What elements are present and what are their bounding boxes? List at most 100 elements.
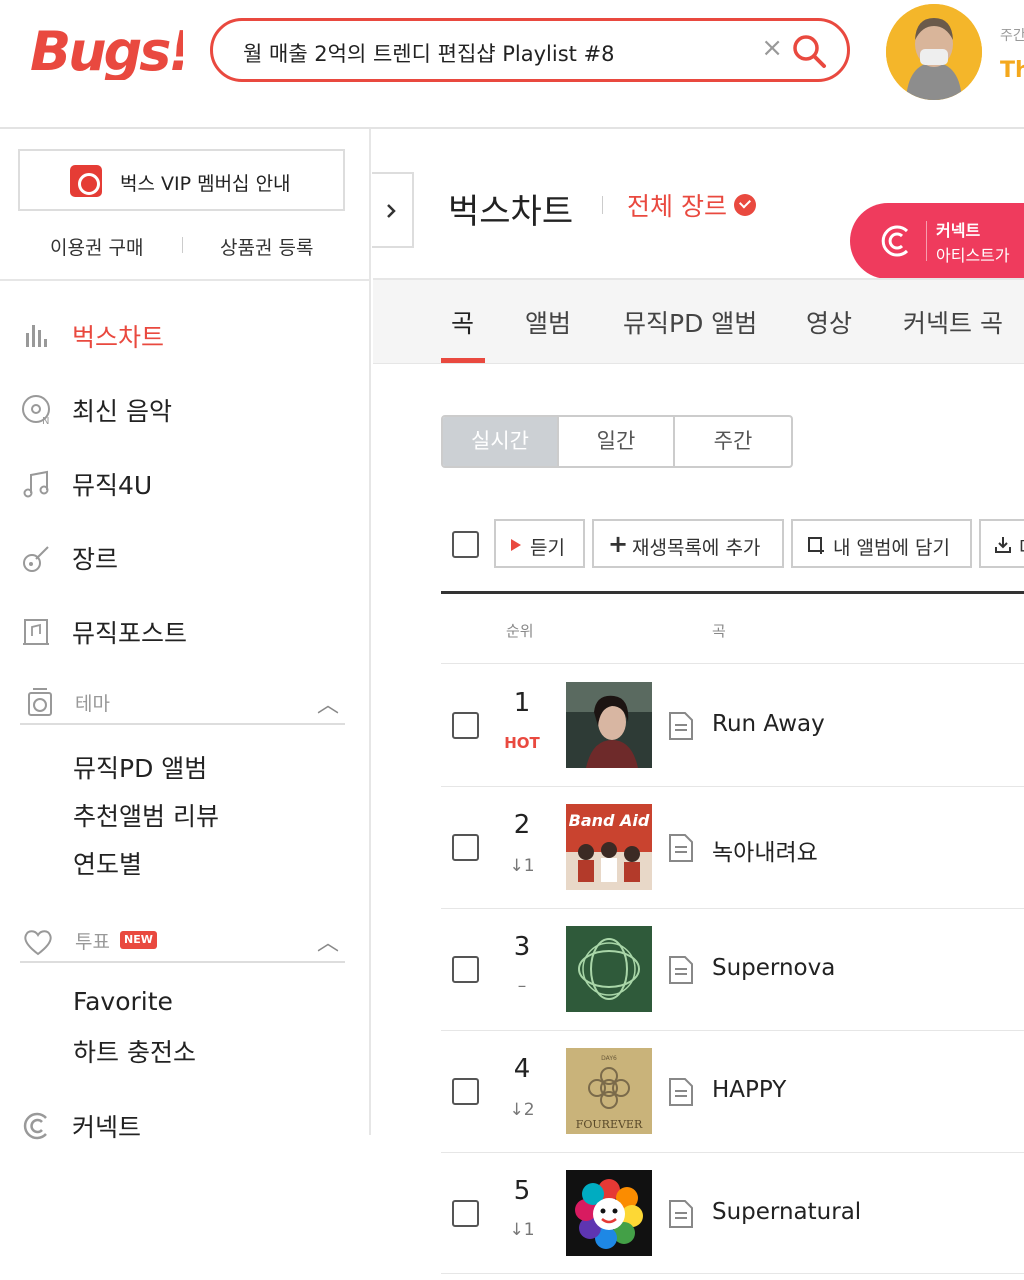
tab-connect-song[interactable]: 커넥트 곡 bbox=[903, 304, 1003, 340]
search-icon[interactable] bbox=[791, 33, 827, 69]
add-to-album-label: 내 앨범에 담기 bbox=[833, 537, 950, 559]
song-title[interactable]: Supernatural bbox=[712, 1199, 861, 1225]
sidebar-item-new-music[interactable]: N 최신 음악 bbox=[20, 389, 350, 429]
connect-logo-icon bbox=[881, 225, 909, 257]
theme-item-album-review[interactable]: 추천앨범 리뷰 bbox=[73, 797, 219, 833]
rank-number: 3 bbox=[513, 932, 531, 962]
chevron-up-icon[interactable]: ︿ bbox=[317, 925, 339, 957]
period-realtime[interactable]: 실시간 bbox=[443, 417, 559, 466]
rank-change: ↓2 bbox=[509, 1100, 535, 1120]
user-subtitle: 주간 bbox=[1000, 28, 1024, 44]
add-to-playlist-label: 재생목록에 추가 bbox=[632, 537, 761, 559]
vote-label: 투표 bbox=[75, 931, 110, 953]
tab-musicpd-album[interactable]: 뮤직PD 앨범 bbox=[623, 304, 757, 340]
play-button[interactable]: 듣기 bbox=[494, 519, 585, 568]
lyrics-icon[interactable] bbox=[668, 833, 694, 863]
buy-pass-link[interactable]: 이용권 구매 bbox=[50, 233, 143, 260]
svg-text:N: N bbox=[42, 416, 49, 427]
column-header-song: 곡 bbox=[712, 622, 726, 640]
period-daily[interactable]: 일간 bbox=[559, 417, 675, 466]
lyrics-icon[interactable] bbox=[668, 1077, 694, 1107]
lyrics-icon[interactable] bbox=[668, 955, 694, 985]
search-input[interactable]: 월 매출 2억의 트렌디 편집샵 Playlist #8 bbox=[243, 38, 615, 68]
sidebar: 벅스 VIP 멤버십 안내 이용권 구매 상품권 등록 벅스차트 N 최신 음악… bbox=[0, 129, 371, 1142]
song-title[interactable]: 녹아내려요 bbox=[712, 833, 818, 867]
clear-icon[interactable]: × bbox=[761, 35, 783, 61]
vote-item-heart-charge[interactable]: 하트 충전소 bbox=[73, 1033, 196, 1069]
active-tab-indicator bbox=[441, 358, 485, 363]
row-checkbox[interactable] bbox=[452, 1200, 479, 1227]
rank-change: ↓1 bbox=[509, 1220, 535, 1240]
album-cover[interactable]: DAY6 FOUREVER bbox=[566, 1048, 652, 1134]
rank-number: 4 bbox=[513, 1054, 531, 1084]
tab-song[interactable]: 곡 bbox=[451, 304, 474, 340]
chevron-down-icon[interactable] bbox=[734, 194, 756, 216]
sidebar-item-genre[interactable]: 장르 bbox=[20, 537, 350, 577]
banner-title: 커넥트 bbox=[936, 221, 981, 240]
period-selector: 실시간 일간 주간 bbox=[441, 415, 793, 468]
period-weekly[interactable]: 주간 bbox=[675, 417, 791, 466]
sidebar-item-label: 커넥트 bbox=[72, 1113, 142, 1142]
song-title[interactable]: Supernova bbox=[712, 955, 835, 981]
register-voucher-link[interactable]: 상품권 등록 bbox=[220, 233, 313, 260]
album-cover[interactable] bbox=[566, 682, 652, 768]
chevron-up-icon[interactable]: ︿ bbox=[317, 687, 339, 719]
download-button[interactable]: 다 bbox=[979, 519, 1024, 568]
vote-section-header[interactable]: 투표 NEW ︿ bbox=[20, 919, 345, 963]
tab-video[interactable]: 영상 bbox=[806, 304, 852, 340]
song-title[interactable]: Run Away bbox=[712, 711, 825, 737]
connect-banner[interactable]: 커넥트 아티스트가 bbox=[850, 203, 1024, 279]
sidebar-item-label: 뮤직포스트 bbox=[72, 619, 188, 648]
sidebar-collapse-button[interactable] bbox=[372, 172, 414, 248]
play-icon bbox=[511, 539, 521, 551]
lyrics-icon[interactable] bbox=[668, 711, 694, 741]
user-name[interactable]: Th bbox=[1000, 58, 1024, 83]
sidebar-item-music-post[interactable]: 뮤직포스트 bbox=[20, 611, 350, 651]
rank-number: 5 bbox=[513, 1176, 531, 1206]
select-all-checkbox[interactable] bbox=[452, 531, 479, 558]
sidebar-item-label: 최신 음악 bbox=[72, 397, 172, 426]
new-music-icon: N bbox=[22, 395, 50, 427]
vote-item-favorite[interactable]: Favorite bbox=[73, 987, 173, 1016]
song-title[interactable]: HAPPY bbox=[712, 1077, 786, 1103]
sidebar-item-label: 뮤직4U bbox=[72, 471, 153, 500]
chart-bars-icon bbox=[26, 325, 47, 347]
divider bbox=[0, 279, 371, 281]
sidebar-item-music4u[interactable]: 뮤직4U bbox=[20, 463, 350, 503]
sidebar-item-label: 벅스차트 bbox=[72, 323, 165, 352]
rank-change: ↓1 bbox=[509, 856, 535, 876]
row-checkbox[interactable] bbox=[452, 1078, 479, 1105]
album-cover[interactable] bbox=[566, 1170, 652, 1256]
avatar[interactable] bbox=[886, 4, 982, 100]
heart-icon bbox=[24, 930, 52, 956]
plus-icon: + bbox=[608, 530, 629, 558]
lyrics-icon[interactable] bbox=[668, 1199, 694, 1229]
divider bbox=[441, 786, 1024, 787]
add-to-album-button[interactable]: 내 앨범에 담기 bbox=[791, 519, 972, 568]
divider bbox=[182, 237, 183, 253]
column-header-rank: 순위 bbox=[506, 622, 534, 640]
tab-album[interactable]: 앨범 bbox=[525, 304, 571, 340]
vip-button[interactable]: 벅스 VIP 멤버십 안내 bbox=[18, 149, 345, 211]
theme-section-header[interactable]: 테마 ︿ bbox=[20, 681, 345, 725]
rank-number: 1 bbox=[513, 688, 531, 718]
search-bar[interactable]: 월 매출 2억의 트렌디 편집샵 Playlist #8 × bbox=[210, 18, 850, 82]
add-to-playlist-button[interactable]: + 재생목록에 추가 bbox=[592, 519, 784, 568]
bugs-logo[interactable]: Bugs! bbox=[28, 16, 183, 80]
genre-selector[interactable]: 전체 장르 bbox=[627, 187, 727, 223]
download-label: 다 bbox=[1019, 533, 1024, 560]
row-checkbox[interactable] bbox=[452, 956, 479, 983]
add-album-icon bbox=[808, 537, 824, 554]
sidebar-item-connect[interactable]: 커넥트 bbox=[20, 1105, 350, 1145]
divider bbox=[441, 1152, 1024, 1153]
new-badge: NEW bbox=[120, 931, 157, 949]
row-checkbox[interactable] bbox=[452, 712, 479, 739]
theme-item-musicpd-album[interactable]: 뮤직PD 앨범 bbox=[73, 749, 207, 785]
album-cover[interactable] bbox=[566, 926, 652, 1012]
cover-label: Band Aid bbox=[569, 811, 650, 830]
theme-item-by-year[interactable]: 연도별 bbox=[73, 845, 142, 881]
sidebar-item-bugs-chart[interactable]: 벅스차트 bbox=[20, 315, 350, 355]
page-title: 벅스차트 bbox=[448, 192, 574, 232]
album-cover[interactable]: Band Aid bbox=[566, 804, 652, 890]
row-checkbox[interactable] bbox=[452, 834, 479, 861]
